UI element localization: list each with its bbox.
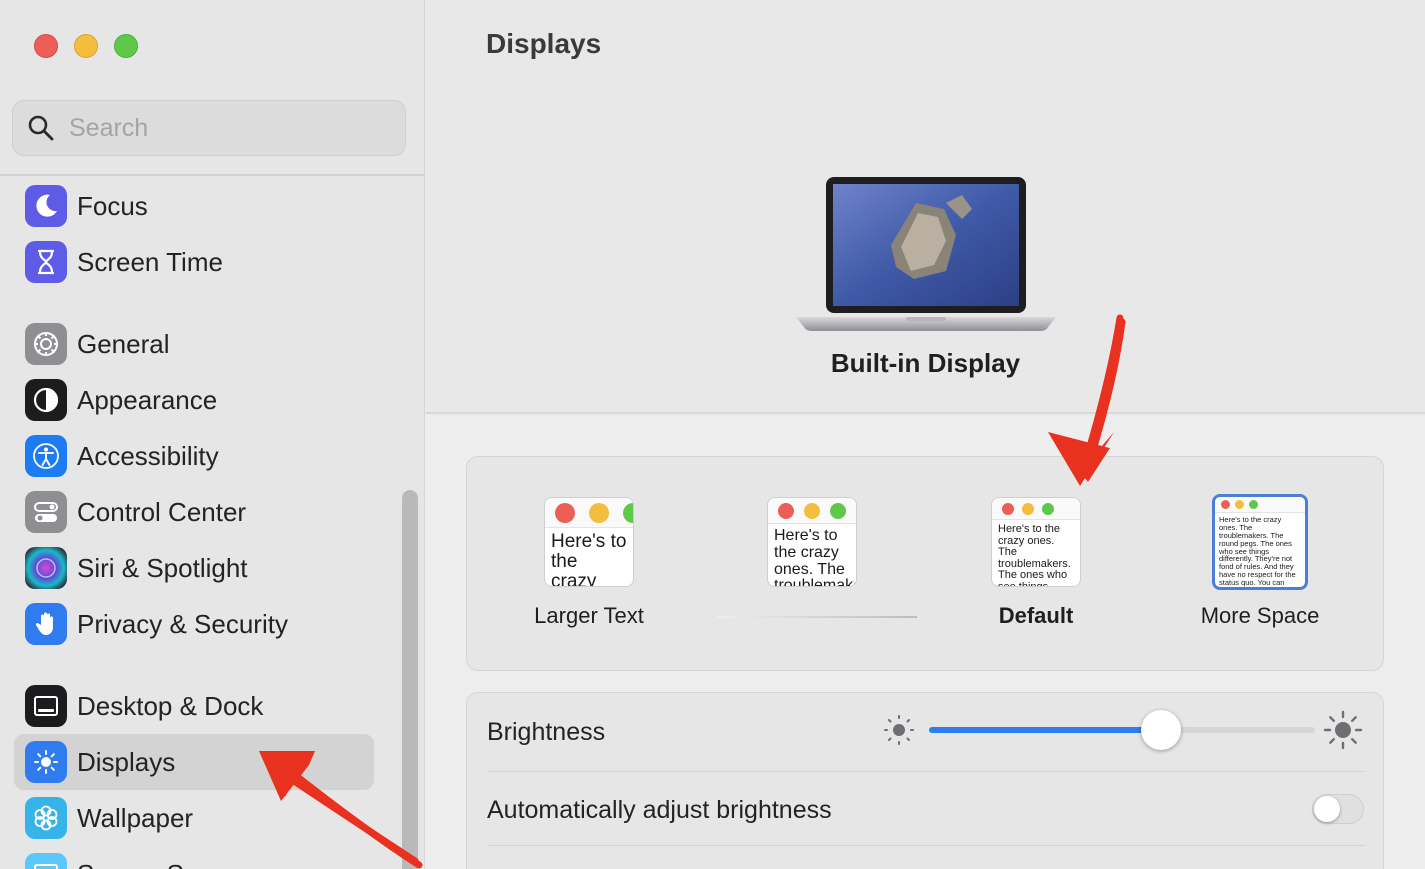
resolution-thumbnail[interactable]: Here's to the crazy ones. The troublemak… — [544, 497, 634, 587]
gear-icon — [25, 323, 67, 365]
resolution-preview-text: Here's to the crazy ones. The troublemak… — [551, 531, 627, 587]
row-divider — [487, 845, 1365, 846]
search-input[interactable] — [69, 113, 369, 143]
resolution-label: Default — [998, 603, 1074, 628]
moon-icon — [25, 185, 67, 227]
sidebar: Focus Screen Time General Appearance — [0, 0, 425, 869]
brightness-card: Brightness Automatically adjust brightne… — [466, 692, 1384, 869]
sidebar-item-label: Wallpaper — [77, 802, 194, 833]
resolution-label: More Space — [1200, 603, 1320, 628]
sidebar-item-focus[interactable]: Focus — [14, 178, 374, 234]
screen-saver-icon — [25, 853, 67, 869]
resolution-divider — [717, 616, 917, 618]
sidebar-item-siri-spotlight[interactable]: Siri & Spotlight — [14, 540, 374, 596]
sidebar-divider — [0, 174, 424, 176]
resolution-card: Here's to the crazy ones. The troublemak… — [466, 456, 1384, 671]
sidebar-item-label: Displays — [77, 746, 176, 777]
built-in-display-label: Built-in Display — [830, 348, 1021, 378]
sidebar-item-label: Siri & Spotlight — [77, 552, 248, 583]
auto-brightness-toggle[interactable] — [1312, 794, 1364, 824]
dock-icon — [25, 685, 67, 727]
brightness-slider-fill — [929, 727, 1161, 733]
sidebar-item-label: Accessibility — [77, 440, 219, 471]
resolution-option-more-space[interactable]: Here's to the crazy ones. The troublemak… — [1150, 494, 1370, 629]
brightness-high-icon — [1323, 710, 1363, 750]
sidebar-item-label: Control Center — [77, 496, 247, 527]
resolution-thumbnail[interactable]: Here's to the crazy ones. The troublemak… — [767, 497, 857, 587]
close-window-button[interactable] — [34, 34, 58, 58]
sidebar-item-label: General — [77, 328, 170, 359]
sidebar-item-desktop-dock[interactable]: Desktop & Dock — [14, 678, 374, 734]
zoom-window-button[interactable] — [114, 34, 138, 58]
appearance-icon — [25, 379, 67, 421]
resolution-option-default[interactable]: Here's to the crazy ones. The troublemak… — [926, 497, 1146, 629]
resolution-thumbnail[interactable]: Here's to the crazy ones. The troublemak… — [991, 497, 1081, 587]
minimize-window-button[interactable] — [74, 34, 98, 58]
resolution-label: Larger Text — [534, 603, 644, 628]
sidebar-item-wallpaper[interactable]: Wallpaper — [14, 790, 374, 846]
resolution-option-2[interactable]: Here's to the crazy ones. The troublemak… — [702, 497, 922, 603]
brightness-low-icon — [884, 715, 914, 745]
laptop-display-image[interactable] — [796, 175, 1056, 335]
sidebar-item-label: Privacy & Security — [77, 608, 288, 639]
siri-icon — [25, 547, 67, 589]
sidebar-item-general[interactable]: General — [14, 316, 374, 372]
brightness-slider[interactable] — [929, 727, 1315, 733]
sidebar-item-privacy-security[interactable]: Privacy & Security — [14, 596, 374, 652]
sidebar-item-label: Desktop & Dock — [77, 690, 264, 721]
page-title: Displays — [486, 28, 602, 59]
brightness-label: Brightness — [487, 717, 606, 746]
sidebar-item-screen-saver[interactable]: Screen Saver — [14, 846, 374, 869]
sidebar-item-displays[interactable]: Displays — [14, 734, 374, 790]
sidebar-scrollbar[interactable] — [402, 490, 418, 869]
accessibility-icon — [25, 435, 67, 477]
resolution-thumbnail[interactable]: Here's to the crazy ones. The troublemak… — [1212, 494, 1308, 590]
sidebar-item-accessibility[interactable]: Accessibility — [14, 428, 374, 484]
sidebar-item-appearance[interactable]: Appearance — [14, 372, 374, 428]
sidebar-item-label: Screen Saver — [77, 859, 235, 869]
auto-brightness-row: Automatically adjust brightness — [487, 771, 1365, 849]
resolution-preview-text: Here's to the crazy ones. The troublemak… — [1219, 515, 1296, 587]
brightness-slider-knob[interactable] — [1141, 710, 1181, 750]
sidebar-item-screen-time[interactable]: Screen Time — [14, 234, 374, 290]
hourglass-icon — [25, 241, 67, 283]
sun-icon — [25, 741, 67, 783]
toggles-icon — [25, 491, 67, 533]
hand-icon — [25, 603, 67, 645]
auto-brightness-label: Automatically adjust brightness — [487, 795, 832, 824]
sidebar-item-label: Appearance — [77, 384, 218, 415]
display-settings: Here's to the crazy ones. The troublemak… — [426, 416, 1425, 869]
resolution-preview-text: Here's to the crazy ones. The troublemak… — [774, 527, 856, 587]
sidebar-item-label: Focus — [77, 190, 148, 221]
main-content: Displays Built-in Display Here's to the … — [426, 0, 1425, 869]
sidebar-item-label: Screen Time — [77, 246, 223, 277]
search-field[interactable] — [12, 100, 406, 156]
resolution-option-larger-text[interactable]: Here's to the crazy ones. The troublemak… — [479, 497, 699, 629]
display-header: Displays Built-in Display — [426, 0, 1425, 414]
flower-icon — [25, 797, 67, 839]
resolution-preview-text: Here's to the crazy ones. The troublemak… — [998, 523, 1071, 587]
window-controls — [34, 34, 138, 58]
sidebar-item-control-center[interactable]: Control Center — [14, 484, 374, 540]
search-icon — [28, 115, 54, 141]
